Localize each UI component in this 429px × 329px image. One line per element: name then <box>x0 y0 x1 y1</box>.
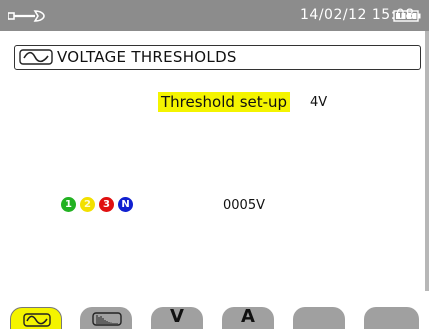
tab-empty-6[interactable] <box>364 307 419 329</box>
threshold-value[interactable]: 4V <box>310 95 327 110</box>
phase-2-indicator: 2 <box>80 197 95 212</box>
harmonics-icon <box>92 312 122 326</box>
page-title-text: VOLTAGE THRESHOLDS <box>57 48 237 66</box>
function-tabs: V A <box>0 304 429 329</box>
tab-voltage-label: V <box>170 306 184 327</box>
wrench-icon[interactable] <box>8 9 46 23</box>
page-title: VOLTAGE THRESHOLDS <box>14 45 421 70</box>
phase-threshold-value[interactable]: 0005V <box>223 198 265 213</box>
phase-3-indicator: 3 <box>99 197 114 212</box>
tab-current-label: A <box>241 306 255 327</box>
waveform-icon <box>19 49 53 65</box>
tab-current[interactable]: A <box>222 306 274 329</box>
tab-voltage[interactable]: V <box>151 306 203 329</box>
status-bar: 14/02/12 15:08 <box>0 0 429 31</box>
battery-icon <box>393 10 421 22</box>
right-edge <box>425 31 429 291</box>
tab-harmonics[interactable] <box>80 307 132 329</box>
tab-waveform[interactable] <box>10 307 62 329</box>
waveform-icon <box>23 313 51 327</box>
neutral-indicator: N <box>118 197 133 212</box>
phase-1-indicator: 1 <box>61 197 76 212</box>
tab-empty-5[interactable] <box>293 307 345 329</box>
threshold-label[interactable]: Threshold set-up <box>158 92 291 112</box>
